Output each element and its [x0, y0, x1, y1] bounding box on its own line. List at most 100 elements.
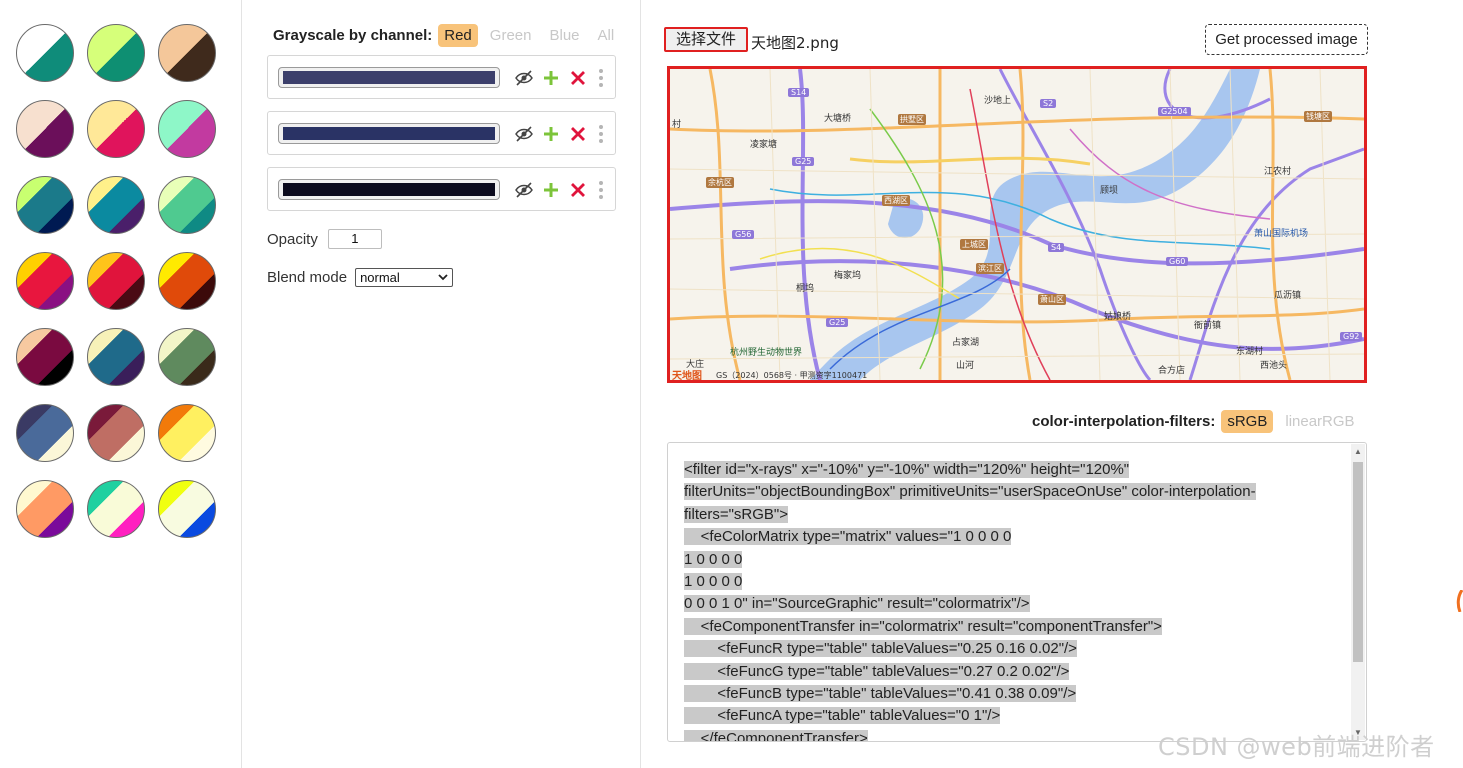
color-swatch	[283, 71, 495, 84]
edge-decoration-icon	[1456, 590, 1463, 612]
map-label-yuhang: 余杭区	[706, 177, 734, 188]
blend-mode-select[interactable]: normal	[355, 268, 454, 287]
opacity-label: Opacity	[267, 230, 318, 248]
map-label-s14: S14	[788, 88, 810, 97]
map-label-zhanjiahu: 占家湖	[952, 338, 980, 348]
drag-handle-icon[interactable]	[596, 124, 606, 144]
palette-swatch-5-2[interactable]	[87, 328, 145, 386]
color-picker[interactable]	[278, 179, 500, 200]
close-icon[interactable]	[568, 68, 588, 88]
map-label-jiangcun: 江农村	[1264, 167, 1292, 177]
channel-selector: Grayscale by channel: Red Green Blue All	[273, 22, 626, 48]
eye-off-icon[interactable]	[514, 68, 534, 88]
map-label-g25-south: G25	[826, 318, 849, 327]
map-label-xiaoshan: 萧山区	[1038, 294, 1066, 305]
map-label-binjiang: 滨江区	[976, 263, 1004, 274]
chevron-down-icon	[438, 274, 448, 281]
palette-swatch-6-3[interactable]	[158, 404, 216, 462]
palette-swatch-4-3[interactable]	[158, 252, 216, 310]
scroll-up-arrow-icon[interactable]: ▲	[1354, 447, 1362, 456]
file-name: 天地图2.png	[751, 34, 839, 52]
palette-swatch-5-1[interactable]	[16, 328, 74, 386]
code-line: filterUnits="objectBoundingBox" primitiv…	[684, 481, 1344, 503]
plus-icon[interactable]	[541, 68, 561, 88]
channel-blue-button[interactable]: Blue	[543, 24, 585, 47]
filter-code-textarea[interactable]: <filter id="x-rays" x="-10%" y="-10%" wi…	[667, 442, 1367, 742]
blend-mode-value: normal	[360, 270, 400, 285]
code-line-text: <feComponentTransfer in="colormatrix" re…	[684, 617, 1162, 635]
palette-swatch-3-1[interactable]	[16, 176, 74, 234]
eye-off-icon[interactable]	[514, 124, 534, 144]
palette-swatch-7-1[interactable]	[16, 480, 74, 538]
palette-swatch-2-3[interactable]	[158, 100, 216, 158]
drag-handle-icon[interactable]	[596, 180, 606, 200]
map-label-guniang: 姑娘桥	[1104, 312, 1132, 322]
opacity-input[interactable]: 1	[327, 229, 382, 249]
code-line: 0 0 0 1 0" in="SourceGraphic" result="co…	[684, 593, 1344, 615]
map-label-cun: 村	[672, 120, 682, 130]
map-image-preview: S14 沙地上 S2 G2504 钱塘区 村 大塘桥 拱墅区 凌家塘 G25 顾…	[667, 66, 1367, 383]
channel-red-button[interactable]: Red	[438, 23, 478, 47]
drag-handle-icon[interactable]	[596, 68, 606, 88]
channel-green-button[interactable]: Green	[484, 24, 538, 47]
code-line: <feFuncB type="table" tableValues="0.41 …	[684, 683, 1344, 705]
palette-swatch-5-3[interactable]	[158, 328, 216, 386]
palette-swatch-2-1[interactable]	[16, 100, 74, 158]
close-icon[interactable]	[568, 124, 588, 144]
scroll-thumb[interactable]	[1353, 462, 1363, 662]
color-picker[interactable]	[278, 123, 500, 144]
map-label-dagang: 大塘桥	[824, 114, 852, 124]
interp-linearrgb-button[interactable]: linearRGB	[1279, 410, 1360, 433]
controls-panel: Grayscale by channel: Red Green Blue All…	[243, 0, 641, 768]
code-line: <feFuncG type="table" tableValues="0.27 …	[684, 661, 1344, 683]
palette-swatch-2-2[interactable]	[87, 100, 145, 158]
choose-file-button[interactable]: 选择文件	[664, 27, 748, 52]
palette-swatch-6-1[interactable]	[16, 404, 74, 462]
blend-row: Blend mode normal	[267, 268, 454, 287]
palette-swatch-1-2[interactable]	[87, 24, 145, 82]
color-picker[interactable]	[278, 67, 500, 88]
palette-swatch-4-2[interactable]	[87, 252, 145, 310]
color-row-2	[267, 111, 616, 155]
map-label-g56: G56	[732, 230, 755, 239]
map-logo-tianditu: 天地图	[672, 371, 702, 382]
map-label-guali: 瓜沥镇	[1274, 291, 1302, 301]
map-label-gongshu: 拱墅区	[898, 114, 926, 125]
plus-icon[interactable]	[541, 124, 561, 144]
code-scrollbar[interactable]: ▲ ▼	[1351, 444, 1365, 740]
map-label-meijia: 梅家坞	[834, 271, 862, 281]
map-graphic	[670, 69, 1364, 380]
palette-swatch-7-3[interactable]	[158, 480, 216, 538]
map-label-shangcheng: 上城区	[960, 239, 988, 250]
map-label-hefang: 合方店	[1158, 366, 1186, 376]
close-icon[interactable]	[568, 180, 588, 200]
map-label-lingjia: 凌家塘	[750, 140, 778, 150]
palette-swatch-1-1[interactable]	[16, 24, 74, 82]
code-line-text: filters="sRGB">	[684, 505, 789, 523]
code-line-text: </feComponentTransfer>	[684, 729, 868, 741]
eye-off-icon[interactable]	[514, 180, 534, 200]
color-swatch	[283, 127, 495, 140]
palette-swatch-6-2[interactable]	[87, 404, 145, 462]
interpolation-selector: color-interpolation-filters: sRGB linear…	[1032, 408, 1367, 434]
plus-icon[interactable]	[541, 180, 561, 200]
palette-swatch-3-3[interactable]	[158, 176, 216, 234]
code-line: <feFuncR type="table" tableValues="0.25 …	[684, 638, 1344, 660]
channel-all-button[interactable]: All	[592, 24, 621, 47]
code-line: 1 0 0 0 0	[684, 549, 1344, 571]
map-label-g2504: G2504	[1158, 107, 1191, 116]
map-label-zoo: 杭州野生动物世界	[730, 348, 803, 358]
palette-swatch-7-2[interactable]	[87, 480, 145, 538]
interp-srgb-button[interactable]: sRGB	[1221, 409, 1274, 433]
color-swatch	[283, 183, 495, 196]
code-line: filters="sRGB">	[684, 504, 1344, 526]
palette-swatch-3-2[interactable]	[87, 176, 145, 234]
map-label-s4: S4	[1048, 243, 1065, 252]
map-label-tongwu: 桐坞	[796, 284, 815, 294]
palette-swatch-1-3[interactable]	[158, 24, 216, 82]
palette-swatch-4-1[interactable]	[16, 252, 74, 310]
get-processed-image-button[interactable]: Get processed image	[1205, 24, 1368, 55]
map-label-airport: 萧山国际机场	[1254, 229, 1309, 239]
code-line: <feColorMatrix type="matrix" values="1 0…	[684, 526, 1344, 548]
map-label-xichi: 西池头	[1260, 361, 1288, 371]
